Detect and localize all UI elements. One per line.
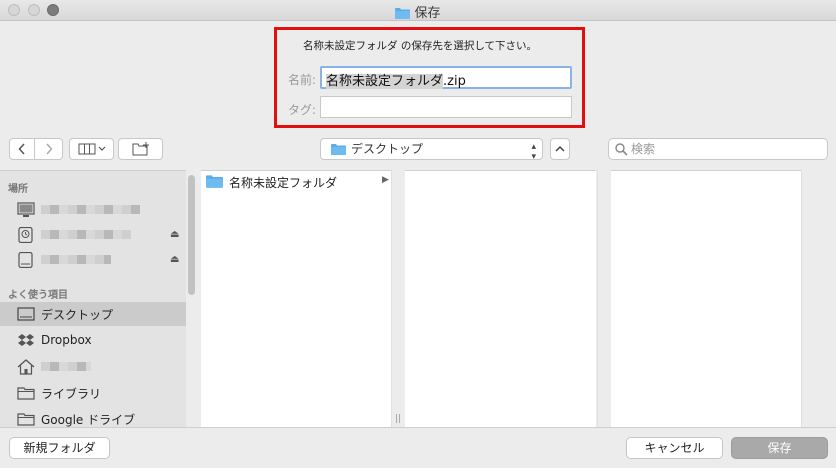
eject-icon[interactable]: ⏏: [170, 229, 179, 240]
chevron-up-icon: [555, 145, 565, 152]
disclosure-arrow-icon: ▶: [382, 175, 389, 185]
save-dialog: 保存 名称未設定フォルダ の保存先を選択して下さい。 名前: 名称未設定フォルダ…: [0, 0, 836, 468]
name-field[interactable]: 名称未設定フォルダ.zip: [320, 66, 572, 89]
eject-icon[interactable]: ⏏: [170, 254, 179, 265]
new-folder-icon: [132, 142, 149, 156]
column-divider: [391, 170, 392, 427]
sidebar-item-label: Dropbox: [41, 333, 92, 347]
collapse-dialog-button[interactable]: [550, 138, 570, 160]
column-resize-handle[interactable]: ||: [395, 414, 401, 424]
redacted-name: [41, 205, 140, 214]
search-field[interactable]: 検索: [608, 138, 828, 160]
folder-icon: [331, 144, 346, 155]
save-button[interactable]: 保存: [731, 437, 828, 459]
search-placeholder: 検索: [631, 142, 656, 156]
save-prompt: 名称未設定フォルダ の保存先を選択して下さい。: [303, 40, 538, 52]
title-bar: 保存: [0, 0, 836, 21]
sidebar-item-disk[interactable]: ⏏: [0, 248, 186, 272]
folder-icon: [17, 387, 35, 400]
column-divider: [597, 170, 598, 427]
column-view-icon: [78, 143, 105, 155]
folder-icon: [206, 175, 223, 188]
cancel-button[interactable]: キャンセル: [626, 437, 723, 459]
sidebar-item-dropbox[interactable]: Dropbox: [0, 329, 186, 353]
sidebar-item-time-machine[interactable]: ⏏: [0, 223, 186, 247]
new-folder-button[interactable]: 新規フォルダ: [9, 437, 110, 459]
chevron-left-icon: [18, 143, 25, 155]
dropbox-icon: [18, 334, 34, 346]
sidebar-item-library[interactable]: ライブラリ: [0, 381, 186, 405]
search-icon: [615, 143, 628, 156]
location-label: デスクトップ: [351, 142, 424, 156]
tag-label: タグ:: [288, 103, 317, 117]
folder-icon: [17, 413, 35, 426]
updown-chevron-icon: ▴ ▾: [531, 142, 536, 162]
sidebar-item-home[interactable]: [0, 355, 186, 379]
sidebar-item-label: Google ドライブ: [41, 413, 136, 427]
window-title: 保存: [0, 2, 836, 21]
view-mode-button[interactable]: [69, 138, 114, 160]
name-field-extension: .zip: [443, 74, 466, 89]
browser-column-1: [201, 170, 391, 428]
folder-icon: [395, 8, 411, 19]
home-icon: [17, 359, 35, 375]
browser-column-3: [611, 170, 801, 428]
sidebar: 場所 ⏏ ⏏ よく使う項目 デスクトップ Dropbox ライブラリ Googl…: [0, 170, 186, 428]
tag-field[interactable]: [320, 96, 572, 118]
redacted-name: [41, 230, 131, 239]
time-machine-disk-icon: [18, 227, 33, 243]
sidebar-scrollbar[interactable]: [188, 175, 195, 295]
sidebar-item-computer[interactable]: [0, 198, 186, 222]
sidebar-item-desktop[interactable]: デスクトップ: [0, 302, 186, 326]
name-label: 名前:: [288, 73, 317, 87]
redacted-name: [41, 255, 111, 264]
list-item-label: 名称未設定フォルダ: [229, 176, 338, 190]
external-disk-icon: [18, 252, 33, 268]
browser-column-2: [405, 170, 596, 428]
sidebar-item-label: デスクトップ: [41, 308, 114, 322]
back-button[interactable]: [9, 138, 35, 160]
sidebar-item-label: ライブラリ: [41, 387, 102, 401]
desktop-icon: [17, 307, 35, 321]
sidebar-section-favorites: よく使う項目: [8, 290, 68, 301]
redacted-name: [41, 362, 91, 371]
column-divider: [801, 170, 802, 427]
location-popup[interactable]: デスクトップ ▴ ▾: [320, 138, 543, 162]
chevron-right-icon: [45, 143, 53, 155]
new-folder-toolbar-button[interactable]: [118, 138, 163, 160]
computer-icon: [17, 202, 35, 217]
name-field-selected-text: 名称未設定フォルダ: [326, 74, 444, 89]
sidebar-section-places: 場所: [8, 184, 28, 195]
forward-button[interactable]: [35, 138, 63, 160]
window-title-text: 保存: [414, 6, 441, 21]
